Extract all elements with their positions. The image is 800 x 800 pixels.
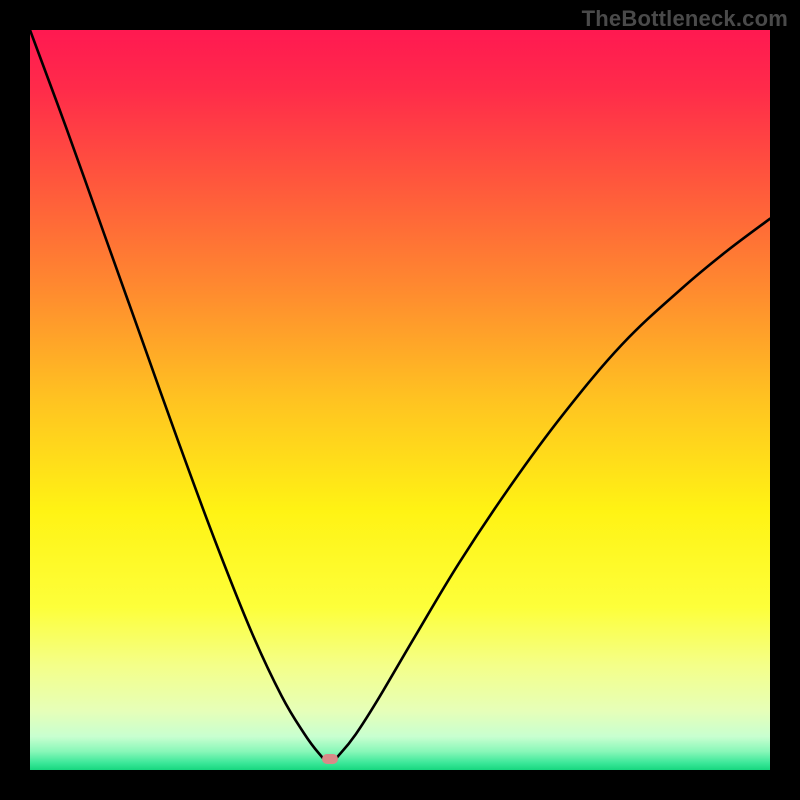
chart-frame: TheBottleneck.com xyxy=(0,0,800,800)
curve-layer xyxy=(30,30,770,770)
optimal-point-marker xyxy=(322,754,338,764)
plot-area xyxy=(30,30,770,770)
watermark-text: TheBottleneck.com xyxy=(582,6,788,32)
bottleneck-curve xyxy=(30,30,770,763)
